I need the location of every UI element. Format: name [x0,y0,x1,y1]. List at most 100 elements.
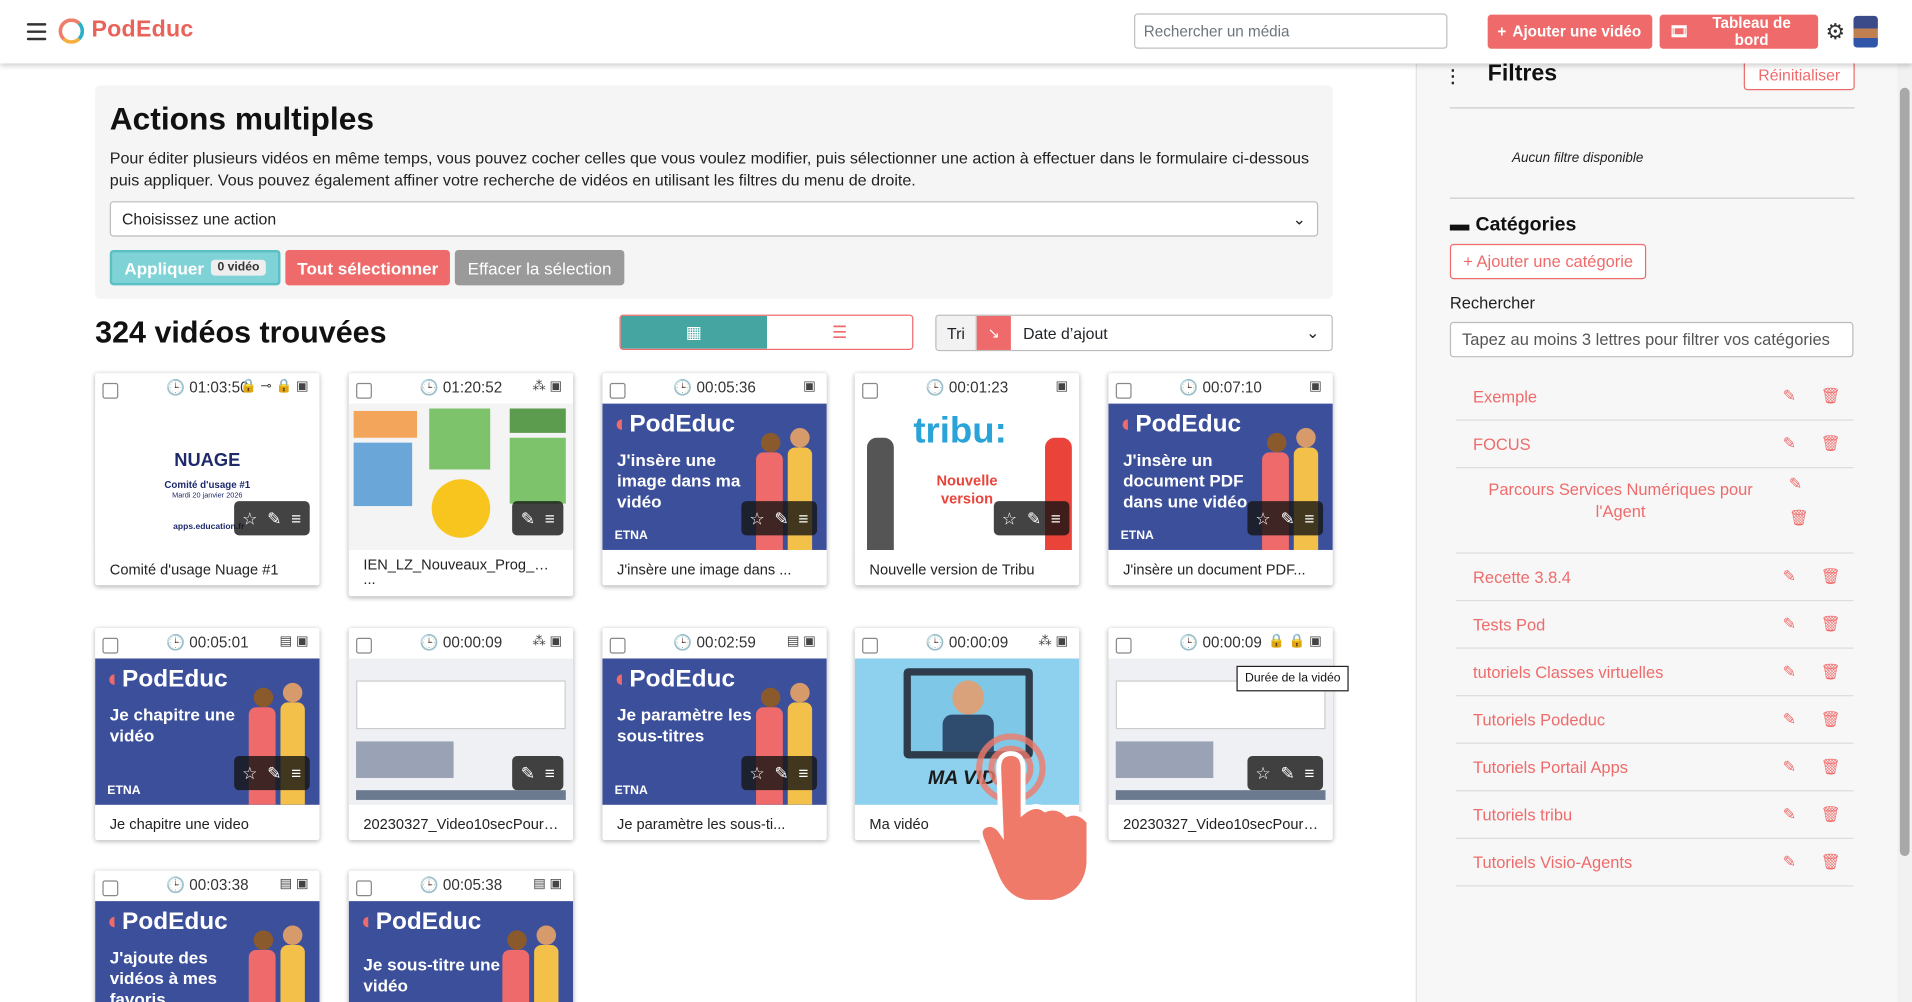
add-category-button[interactable]: + Ajouter une catégorie [1449,243,1647,280]
add-video-button[interactable]: + Ajouter une vidéo [1487,14,1653,49]
edit-icon[interactable]: ✎ [1783,710,1796,730]
category-item[interactable]: FOCUS ✎ 🗑 [1455,421,1854,469]
video-title[interactable]: 20230327_Video10secPourT... [1108,805,1332,840]
trash-icon[interactable]: 🗑 [1821,662,1841,682]
edit-icon[interactable]: ✎ [1783,387,1796,407]
menu-lines-icon[interactable]: ≡ [545,763,555,783]
grid-view-button[interactable]: ▦ [620,315,768,349]
video-thumbnail[interactable]: ✎ ≡ [348,403,574,550]
menu-lines-icon[interactable]: ≡ [291,763,301,783]
video-card[interactable]: 🕒 00:05:38 ▤▣ ◐PodEduc Je sous-titre une … [348,870,574,1002]
category-search-input[interactable] [1449,321,1854,358]
dashboard-button[interactable]: 🎞 Tableau de bord [1659,14,1819,49]
edit-icon[interactable]: ✎ [267,763,281,784]
category-item[interactable]: Exemple ✎ 🗑 [1455,373,1854,421]
list-view-button[interactable]: ☰ [767,315,913,349]
star-icon[interactable]: ☆ [1002,508,1017,529]
menu-lines-icon[interactable]: ≡ [1051,508,1061,528]
video-card[interactable]: 🕒 00:05:01 ▤▣ ◐PodEduc Je chapitre une vi… [95,627,320,841]
video-card[interactable]: 🕒 00:05:36 ▣ ◐PodEduc J'insère une image … [602,373,827,586]
menu-lines-icon[interactable]: ≡ [291,508,301,528]
edit-icon[interactable]: ✎ [1783,567,1796,587]
category-item[interactable]: Tutoriels Podeduc ✎ 🗑 [1455,696,1854,744]
edit-icon[interactable]: ✎ [1783,615,1796,635]
edit-icon[interactable]: ✎ [774,763,788,784]
apply-button[interactable]: Appliquer 0 vidéo [109,249,281,286]
search-input[interactable] [1134,13,1448,49]
video-thumbnail[interactable]: ◐PodEduc Je sous-titre une vidéo [348,901,574,1002]
edit-icon[interactable]: ✎ [1783,757,1796,777]
category-item[interactable]: Tutoriels tribu ✎ 🗑 [1455,791,1854,839]
menu-icon[interactable] [26,23,47,41]
trash-icon[interactable]: 🗑 [1821,805,1841,825]
video-card[interactable]: 🕒 00:07:10 ▣ ◐PodEduc J'insère un documen… [1108,373,1333,586]
trash-icon[interactable]: 🗑 [1821,434,1841,454]
edit-icon[interactable]: ✎ [1783,434,1796,454]
trash-icon[interactable]: 🗑 [1821,757,1841,777]
gear-icon[interactable]: ⚙ [1825,20,1845,46]
trash-icon[interactable]: 🗑 [1789,508,1809,528]
trash-icon[interactable]: 🗑 [1821,852,1841,872]
edit-icon[interactable]: ✎ [1783,805,1796,825]
video-title[interactable]: J'insère une image dans ... [602,550,826,585]
action-select[interactable]: Choisissez une action ⌄ [109,201,1319,237]
category-item[interactable]: tutoriels Classes virtuelles ✎ 🗑 [1455,649,1854,697]
edit-icon[interactable]: ✎ [1280,508,1294,529]
video-card[interactable]: 🕒 00:03:38 ▤▣ ◐PodEduc J'ajoute des vidéo… [95,870,320,1002]
menu-lines-icon[interactable]: ≡ [798,508,808,528]
category-item[interactable]: Recette 3.8.4 ✎ 🗑 [1455,554,1854,602]
video-title[interactable]: Nouvelle version de Tribu [855,550,1079,585]
star-icon[interactable]: ☆ [1255,763,1270,784]
edit-icon[interactable]: ✎ [1783,662,1796,682]
video-thumbnail[interactable]: NUAGE Comité d'usage #1 Mardi 20 janvier… [95,403,320,550]
video-title[interactable]: 20230327_Video10secPourT... [349,805,573,840]
video-thumbnail[interactable]: tribu: Nouvelle version ☆ ✎ ≡ [854,403,1080,550]
star-icon[interactable]: ☆ [749,508,764,529]
video-thumbnail[interactable]: ✎ ≡ [348,658,574,805]
sort-direction-button[interactable]: ↘ [976,315,1011,350]
video-title[interactable]: Je chapitre une video [95,805,319,840]
video-thumbnail[interactable]: ◐PodEduc Je paramètre les sous-titres ET… [602,658,827,805]
trash-icon[interactable]: 🗑 [1821,387,1841,407]
edit-icon[interactable]: ✎ [521,508,535,529]
category-item[interactable]: Tutoriels Portail Apps ✎ 🗑 [1455,744,1854,792]
trash-icon[interactable]: 🗑 [1821,567,1841,587]
menu-lines-icon[interactable]: ≡ [1305,508,1315,528]
edit-icon[interactable]: ✎ [1027,508,1041,529]
video-title[interactable]: Je paramètre les sous-ti... [602,805,826,840]
edit-icon[interactable]: ✎ [1280,763,1294,784]
video-card[interactable]: 🕒 00:00:09 ⁂▣ ✎ ≡ 20230327_Video10secPourT… [348,627,574,841]
menu-lines-icon[interactable]: ≡ [798,763,808,783]
star-icon[interactable]: ☆ [242,508,257,529]
menu-lines-icon[interactable]: ≡ [545,508,555,528]
video-title[interactable]: J'insère un document PDF... [1108,550,1332,585]
trash-icon[interactable]: 🗑 [1821,710,1841,730]
video-title[interactable]: Comité d'usage Nuage #1 [95,550,319,585]
video-thumbnail[interactable]: ◐PodEduc J'insère un document PDF dans u… [1108,403,1333,550]
star-icon[interactable]: ☆ [1255,508,1270,529]
edit-icon[interactable]: ✎ [1789,474,1802,494]
edit-icon[interactable]: ✎ [774,508,788,529]
video-thumbnail[interactable]: ◐PodEduc J'insère une image dans ma vidé… [602,403,827,550]
category-item[interactable]: Tests Pod ✎ 🗑 [1455,601,1854,649]
edit-icon[interactable]: ✎ [1783,852,1796,872]
video-thumbnail[interactable]: ◐PodEduc J'ajoute des vidéos à mes favor… [95,901,320,1002]
video-card[interactable]: 🕒 00:01:23 ▣ tribu: Nouvelle version ☆ ✎ ≡ … [854,373,1080,586]
page-scrollbar[interactable] [1897,63,1912,1002]
menu-lines-icon[interactable]: ≡ [1305,763,1315,783]
category-item[interactable]: Parcours Services Numériques pour l'Agen… [1455,468,1854,554]
video-card[interactable]: 🕒 00:02:59 ▤▣ ◐PodEduc Je paramètre les s… [602,627,827,841]
star-icon[interactable]: ☆ [242,763,257,784]
trash-icon[interactable]: 🗑 [1821,615,1841,635]
sort-select[interactable]: Date d’ajout ⌄ [1011,316,1332,350]
avatar[interactable] [1853,15,1878,48]
video-card[interactable]: 🕒 00:00:09 🔒🔒▣ ☆ ✎ ≡ 20230327_Video10secPou… [1108,627,1333,841]
video-thumbnail[interactable]: ◐PodEduc Je chapitre une vidéo ETNA ☆ ✎ ≡ [95,658,320,805]
category-item[interactable]: Tutoriels Visio-Agents ✎ 🗑 [1455,839,1854,887]
video-card[interactable]: 🕒 01:03:50 🔒⊸🔒▣ NUAGE Comité d'usage #1 M… [95,373,320,586]
video-card[interactable]: 🕒 01:20:52 ⁂▣ ✎ ≡ IEN_LZ_Nouveaux_Prog_Cyc… [348,373,574,597]
edit-icon[interactable]: ✎ [267,508,281,529]
video-title[interactable]: IEN_LZ_Nouveaux_Prog_Cyc ... [349,550,573,596]
scrollbar-thumb[interactable] [1899,87,1910,857]
select-all-button[interactable]: Tout sélectionner [285,249,451,286]
